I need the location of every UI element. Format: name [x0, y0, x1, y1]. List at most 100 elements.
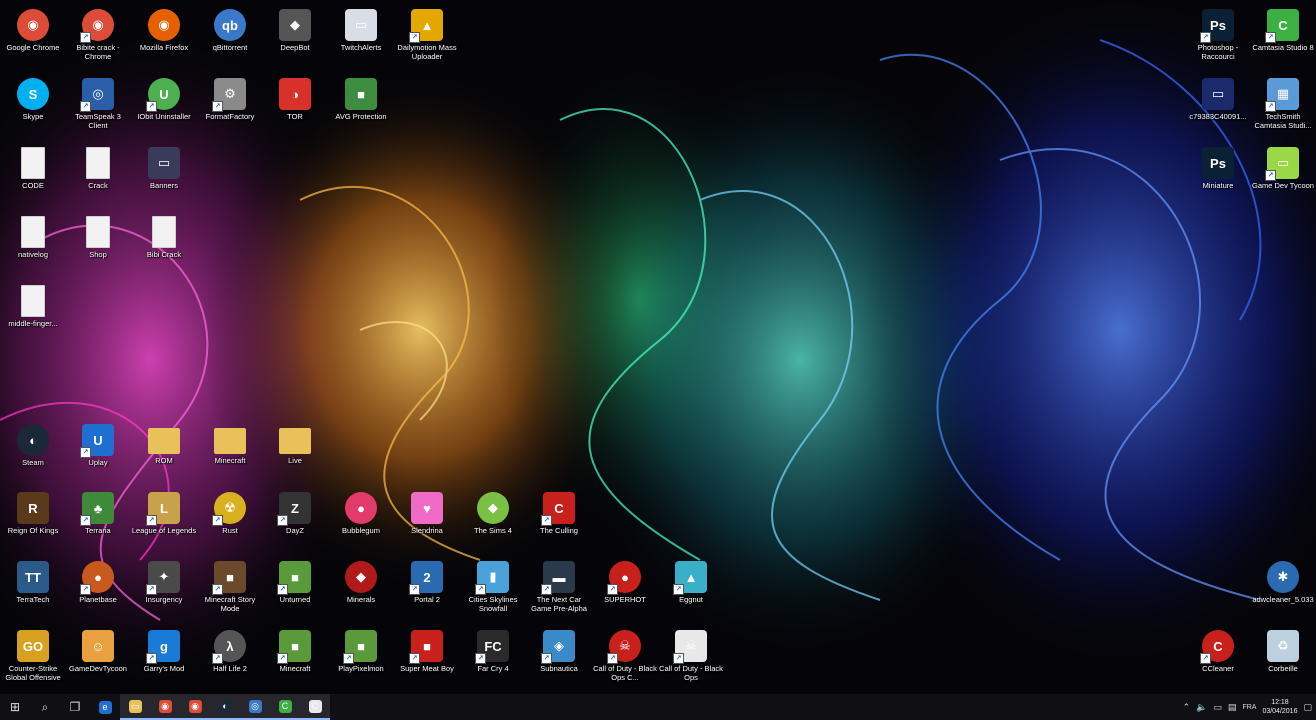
desktop-icon-eggnut[interactable]: ▲ ↗ Eggnut [658, 558, 724, 624]
desktop-icon-insurgency[interactable]: ✦ ↗ Insurgency [131, 558, 197, 624]
volume-icon[interactable]: 🔈 [1196, 702, 1207, 713]
desktop-icon-game-dev-tycoon[interactable]: ▭ ↗ Game Dev Tycoon [1250, 144, 1316, 210]
language-indicator[interactable]: FRA [1242, 704, 1256, 711]
desktop-icon-rust[interactable]: ☢ ↗ Rust [197, 489, 263, 555]
chrome-2-icon: ◉ [188, 699, 202, 713]
desktop-icon-camtasia-studio-8[interactable]: C ↗ Camtasia Studio 8 [1250, 6, 1316, 72]
desktop-icon-the-sims-4[interactable]: ◆ The Sims 4 [460, 489, 526, 555]
desktop-icon-gamedevtycoon[interactable]: ☺ GameDevTycoon [65, 627, 131, 693]
notification-icon[interactable]: ▤ [1228, 702, 1237, 713]
taskbar-app-steam[interactable]: ◐ [210, 694, 240, 720]
portal-2-icon: 2 ↗ [409, 561, 443, 595]
desktop-icon-google-chrome[interactable]: ◉ Google Chrome [0, 6, 66, 72]
desktop-icon-banners[interactable]: ▭ Banners [131, 144, 197, 210]
desktop-icon-label: AVG Protection [335, 112, 387, 121]
desktop-icon-tor[interactable]: ◑ TOR [262, 75, 328, 141]
desktop-icon-half-life-2[interactable]: λ ↗ Half Life 2 [197, 627, 263, 693]
desktop-icon-bubblegum[interactable]: ● Bubblegum [328, 489, 394, 555]
taskbar-app-app-blue[interactable]: ◎ [240, 694, 270, 720]
desktop-icon-label: League of Legends [131, 526, 197, 535]
desktop-icon-label: Bubblegum [342, 526, 380, 535]
desktop-icon-dayz[interactable]: Z ↗ DayZ [262, 489, 328, 555]
desktop-icon-skype[interactable]: S Skype [0, 75, 66, 141]
clock[interactable]: 12:18 03/04/2016 [1262, 698, 1297, 716]
desktop-icon-corbeille[interactable]: ♻ Corbeille [1250, 627, 1316, 693]
desktop-icon-twitchalerts[interactable]: ▭ TwitchAlerts [328, 6, 394, 72]
taskbar-app-chrome[interactable]: ◉ [150, 694, 180, 720]
planetbase-icon: ● ↗ [80, 561, 114, 595]
desktop-icon-reign-of-kings[interactable]: R Reign Of Kings [0, 489, 66, 555]
desktop-icon-far-cry-4[interactable]: FC ↗ Far Cry 4 [460, 627, 526, 693]
desktop-icon-crack[interactable]: Crack [65, 144, 131, 210]
desktop-icon-formatfactory[interactable]: ⚙ ↗ FormatFactory [197, 75, 263, 141]
desktop-icon-avg-protection[interactable]: ■ AVG Protection [328, 75, 394, 141]
desktop-icon-ccleaner[interactable]: C ↗ CCleaner [1185, 627, 1251, 693]
desktop-icon-cities-skylines-snowfall[interactable]: ▮ ↗ Cities Skylines Snowfall [460, 558, 526, 624]
cities-skylines-snowfall-icon: ▮ ↗ [475, 561, 509, 595]
desktop-icon-bibite-crack-chrome[interactable]: ◉ ↗ Bibite crack - Chrome [65, 6, 131, 72]
desktop-icon-dailymotion-mass-uploader[interactable]: ▲ ↗ Dailymotion Mass Uploader [394, 6, 460, 72]
desktop-icon-label: ROM [155, 456, 173, 465]
desktop-icon-call-of-duty-black-ops-c[interactable]: ☠ ↗ Call of Duty - Black Ops C... [592, 627, 658, 693]
taskbar-app-camtasia[interactable]: C [300, 694, 330, 720]
desktop-icon-minerals[interactable]: ◆ Minerals [328, 558, 394, 624]
desktop-icon-rom[interactable]: ROM [131, 421, 197, 487]
desktop-icon-deepbot[interactable]: ◆ DeepBot [262, 6, 328, 72]
nativelog-icon [21, 216, 45, 248]
desktop-icon-subnautica[interactable]: ◈ ↗ Subnautica [526, 627, 592, 693]
shortcut-arrow-icon: ↗ [541, 515, 552, 526]
desktop-icon-photoshop-raccourci[interactable]: Ps ↗ Photoshop - Raccourci [1185, 6, 1251, 72]
taskbar-app-chrome-2[interactable]: ◉ [180, 694, 210, 720]
desktop-icon-steam[interactable]: ◐ Steam [0, 421, 66, 487]
desktop-icon-garry-s-mod[interactable]: g ↗ Garry's Mod [131, 627, 197, 693]
desktop-icon-mozilla-firefox[interactable]: ◉ Mozilla Firefox [131, 6, 197, 72]
desktop-icon-terraria[interactable]: ♣ ↗ Terraria [65, 489, 131, 555]
desktop-icon-c79383c40091[interactable]: ▭ c79383C40091... [1185, 75, 1251, 141]
desktop-icon-the-next-car-game-pre-alpha[interactable]: ▬ ↗ The Next Car Game Pre-Alpha [526, 558, 592, 624]
desktop-icon-minecraft[interactable]: ■ ↗ Minecraft [262, 627, 328, 693]
desktop-icon-planetbase[interactable]: ● ↗ Planetbase [65, 558, 131, 624]
desktop-icon-label: Google Chrome [6, 43, 60, 52]
desktop-icon-qbittorrent[interactable]: qb qBittorrent [197, 6, 263, 72]
desktop-icon-middle-finger[interactable]: middle-finger... [0, 282, 66, 348]
desktop-icon-playpixelmon[interactable]: ■ ↗ PlayPixelmon [328, 627, 394, 693]
search-button[interactable]: ⌕ [30, 694, 60, 720]
chevron-up-icon[interactable]: ⌃ [1183, 702, 1191, 713]
c79383c40091-icon: ▭ [1202, 78, 1234, 110]
desktop-icon-techsmith-camtasia-studi[interactable]: ▦ ↗ TechSmith Camtasia Studi... [1250, 75, 1316, 141]
desktop-icon-minecraft[interactable]: Minecraft [197, 421, 263, 487]
desktop-icon-portal-2[interactable]: 2 ↗ Portal 2 [394, 558, 460, 624]
network-icon[interactable]: ▭ [1213, 702, 1222, 713]
desktop-icon-teamspeak-3-client[interactable]: ◎ ↗ TeamSpeak 3 Client [65, 75, 131, 141]
task-view-button[interactable]: ❐ [60, 694, 90, 720]
shortcut-arrow-icon: ↗ [212, 584, 223, 595]
desktop-icon-nativelog[interactable]: nativelog [0, 213, 66, 279]
desktop-icon-code[interactable]: CODE [0, 144, 66, 210]
desktop-icon-terratech[interactable]: TT TerraTech [0, 558, 66, 624]
windows-icon: ⊞ [9, 700, 21, 714]
desktop-icon-adwcleaner-5-033[interactable]: ✱ adwcleaner_5.033 [1250, 558, 1316, 624]
desktop-icon-iobit-uninstaller[interactable]: U ↗ IObit Uninstaller [131, 75, 197, 141]
desktop-icon-call-of-duty-black-ops[interactable]: ☠ ↗ Call of Duty - Black Ops [658, 627, 724, 693]
taskbar-app-edge[interactable]: e [90, 694, 120, 720]
desktop-icon-live[interactable]: Live [262, 421, 328, 487]
start-button[interactable]: ⊞ [0, 694, 30, 720]
desktop-icon-label: Reign Of Kings [7, 526, 59, 535]
shortcut-arrow-icon: ↗ [343, 653, 354, 664]
taskbar-app-file-explorer[interactable]: ▭ [120, 694, 150, 720]
action-center-icon[interactable]: ▢ [1303, 702, 1312, 713]
desktop-icon-slendrina[interactable]: ♥ Slendrina [394, 489, 460, 555]
desktop-icon-shop[interactable]: Shop [65, 213, 131, 279]
desktop-icon-label: The Sims 4 [474, 526, 512, 535]
taskbar-app-camtasia-recorder[interactable]: C [270, 694, 300, 720]
desktop-icon-bibi-crack[interactable]: Bibi Crack [131, 213, 197, 279]
desktop-icon-superhot[interactable]: ● ↗ SUPERHOT [592, 558, 658, 624]
desktop-icon-miniature[interactable]: Ps Miniature [1185, 144, 1251, 210]
desktop-icon-minecraft-story-mode[interactable]: ■ ↗ Minecraft Story Mode [197, 558, 263, 624]
desktop-icon-unturned[interactable]: ■ ↗ Unturned [262, 558, 328, 624]
desktop-icon-the-culling[interactable]: C ↗ The Culling [526, 489, 592, 555]
desktop-icon-league-of-legends[interactable]: L ↗ League of Legends [131, 489, 197, 555]
desktop-icon-counter-strike-global-offensive[interactable]: GO Counter-Strike Global Offensive [0, 627, 66, 693]
desktop-icon-uplay[interactable]: U ↗ Uplay [65, 421, 131, 487]
desktop-icon-super-meat-boy[interactable]: ■ ↗ Super Meat Boy [394, 627, 460, 693]
